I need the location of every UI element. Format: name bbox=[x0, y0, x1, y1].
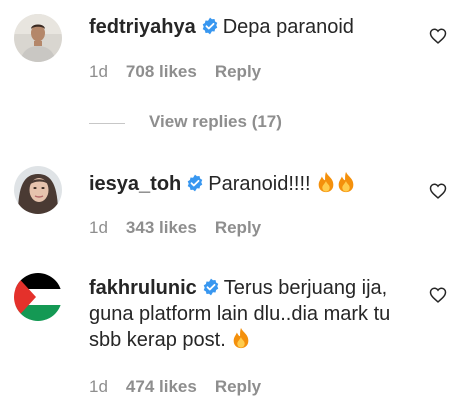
view-replies-label[interactable]: View replies (17) bbox=[149, 112, 282, 132]
comment-likes-count[interactable]: 474 likes bbox=[126, 377, 197, 397]
comment-body: iesya_toh Paranoid!!!! bbox=[89, 171, 407, 197]
fire-emoji-icon bbox=[316, 171, 336, 193]
comment-username[interactable]: fedtriyahya bbox=[89, 16, 196, 38]
avatar[interactable] bbox=[14, 273, 62, 321]
verified-badge-icon bbox=[201, 17, 219, 35]
reply-button[interactable]: Reply bbox=[215, 377, 261, 397]
heart-outline-icon[interactable] bbox=[429, 182, 447, 200]
reply-button[interactable]: Reply bbox=[215, 62, 261, 82]
verified-badge-icon bbox=[202, 278, 220, 296]
comment-meta: 1d 474 likes Reply bbox=[89, 377, 261, 397]
comment-meta: 1d 343 likes Reply bbox=[89, 218, 261, 238]
comment-body: fedtriyahya Depa paranoid bbox=[89, 14, 407, 40]
comment-text: Depa paranoid bbox=[222, 16, 354, 38]
comment-likes-count[interactable]: 708 likes bbox=[126, 62, 197, 82]
avatar[interactable] bbox=[14, 166, 62, 214]
comment-username[interactable]: fakhrulunic bbox=[89, 277, 197, 299]
comment-timestamp[interactable]: 1d bbox=[89, 377, 108, 397]
fire-emoji-icon bbox=[231, 327, 251, 349]
comment-meta: 1d 708 likes Reply bbox=[89, 62, 261, 82]
comment-username[interactable]: iesya_toh bbox=[89, 173, 181, 195]
view-replies-divider bbox=[89, 123, 125, 124]
comment-text: Paranoid!!!! bbox=[208, 173, 317, 195]
comment-likes-count[interactable]: 343 likes bbox=[126, 218, 197, 238]
comment-body: fakhrulunic Terus berjuang ija, guna plat… bbox=[89, 275, 407, 353]
reply-button[interactable]: Reply bbox=[215, 218, 261, 238]
verified-badge-icon bbox=[186, 174, 204, 192]
comment-timestamp[interactable]: 1d bbox=[89, 62, 108, 82]
avatar[interactable] bbox=[14, 14, 62, 62]
heart-outline-icon[interactable] bbox=[429, 27, 447, 45]
fire-emoji-icon bbox=[336, 171, 356, 193]
heart-outline-icon[interactable] bbox=[429, 286, 447, 304]
comment-timestamp[interactable]: 1d bbox=[89, 218, 108, 238]
